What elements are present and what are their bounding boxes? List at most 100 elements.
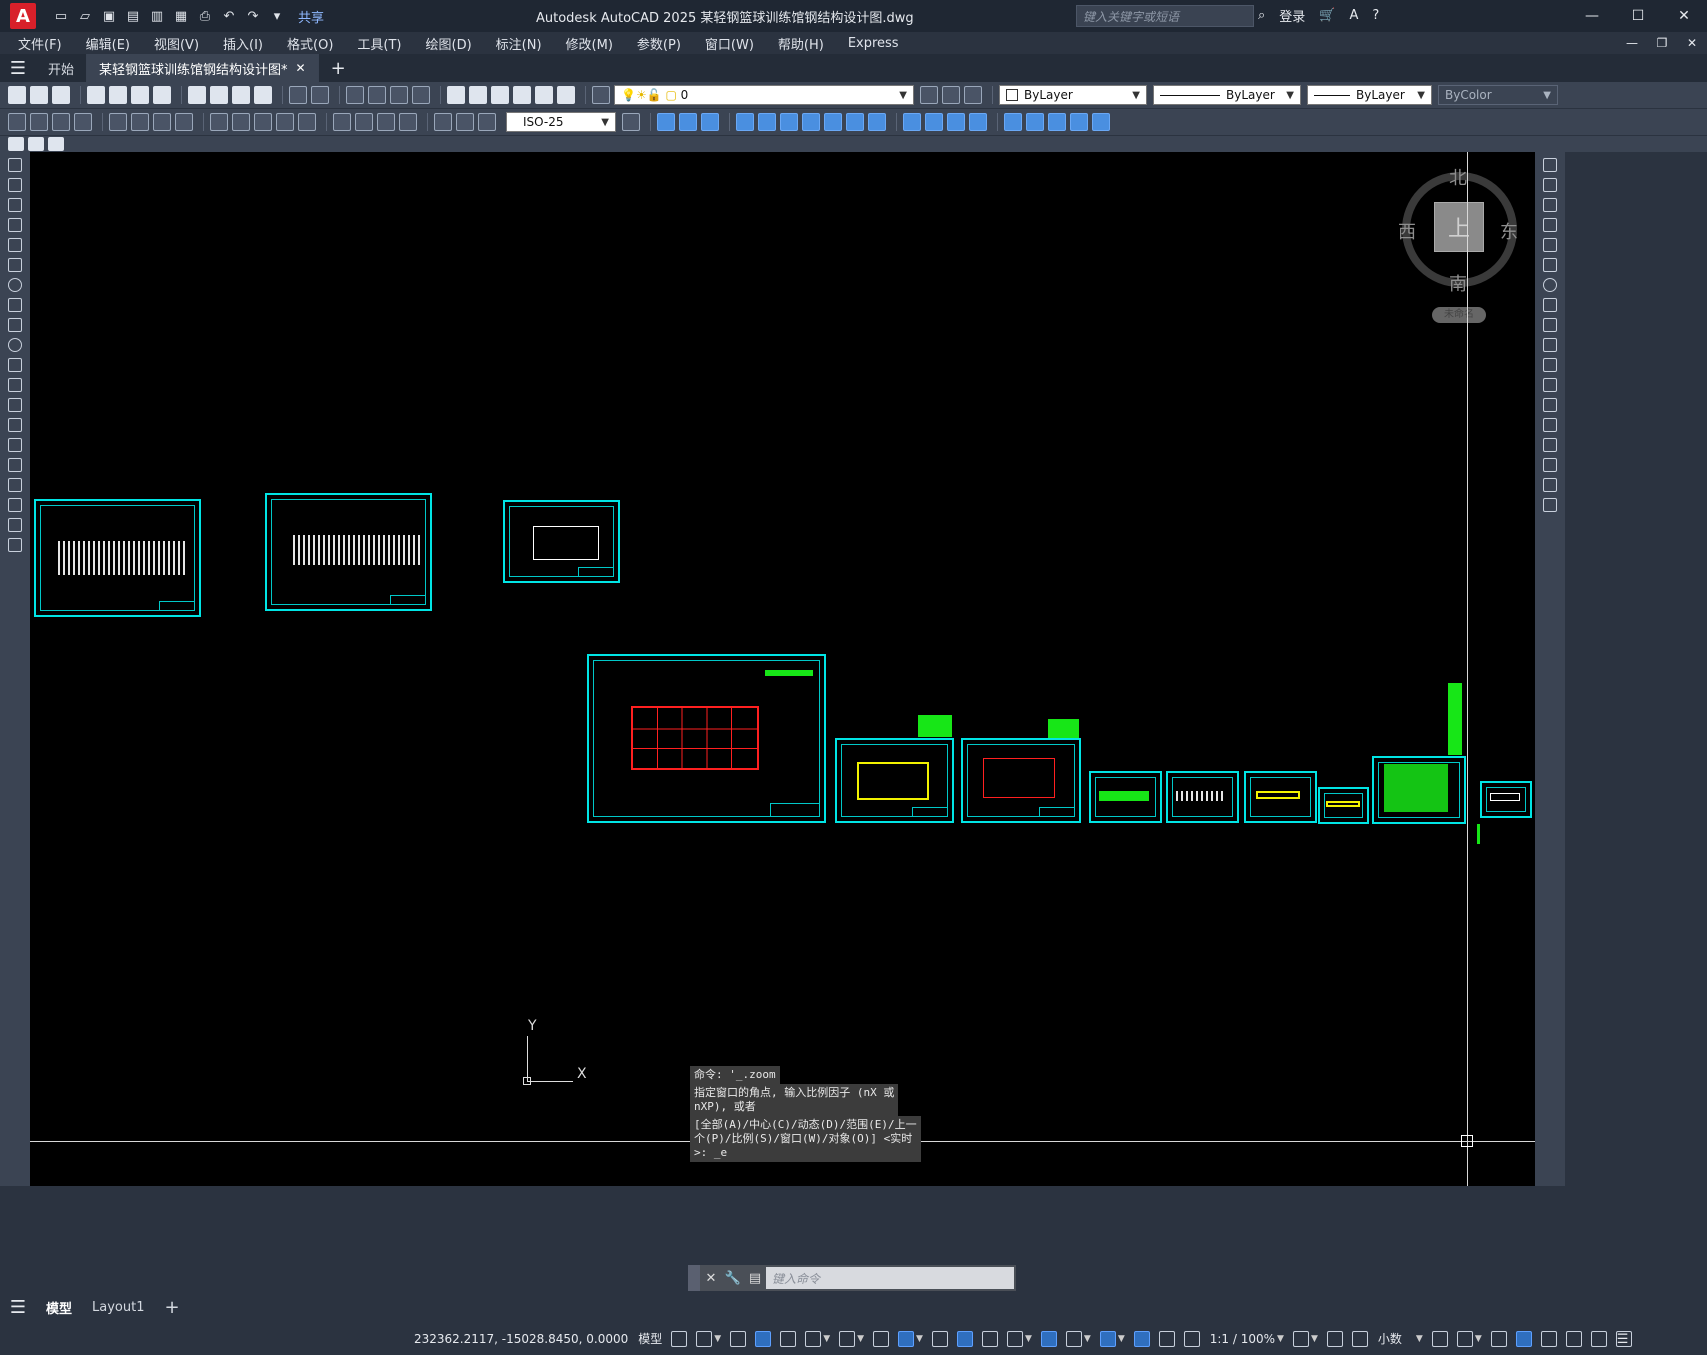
color-dropdown[interactable]: ByLayer ▼ <box>999 85 1147 105</box>
view-front-icon[interactable] <box>657 113 675 131</box>
thicken-icon[interactable] <box>1026 113 1044 131</box>
revision-cloud-icon[interactable] <box>8 298 22 312</box>
close-icon[interactable]: ✕ <box>700 1271 722 1286</box>
sheet-set-icon[interactable] <box>513 86 531 104</box>
object-snap-tracking-icon[interactable] <box>873 1330 890 1347</box>
ellipse-icon[interactable] <box>8 338 22 352</box>
menu-format[interactable]: 格式(O) <box>287 34 333 53</box>
print-icon[interactable] <box>87 86 105 104</box>
open-icon[interactable]: ▱ <box>76 7 94 25</box>
layout-menu-icon[interactable]: ☰ <box>0 1297 36 1318</box>
aligned-dimension-icon[interactable] <box>30 113 48 131</box>
save-file-icon[interactable] <box>52 86 70 104</box>
slice-icon[interactable] <box>1004 113 1022 131</box>
print-preview-icon[interactable] <box>109 86 127 104</box>
fillet-icon[interactable] <box>1543 458 1557 472</box>
extrude-icon[interactable] <box>969 113 987 131</box>
menu-draw[interactable]: 绘图(D) <box>426 34 472 53</box>
free-orbit-icon[interactable] <box>758 113 776 131</box>
region-icon[interactable] <box>8 478 22 492</box>
publish-icon[interactable]: ▦ <box>172 7 190 25</box>
help-icon[interactable]: ? <box>1372 8 1379 23</box>
close-icon[interactable]: ✕ <box>296 61 306 75</box>
insert-block-icon[interactable] <box>8 378 22 392</box>
doc-close-button[interactable]: ✕ <box>1677 32 1707 54</box>
view-back-icon[interactable] <box>679 113 697 131</box>
polyline-icon[interactable] <box>8 198 22 212</box>
menu-parametric[interactable]: 参数(P) <box>637 34 681 53</box>
jogged-icon[interactable] <box>131 113 149 131</box>
tolerance-icon[interactable] <box>333 113 351 131</box>
transparency-icon[interactable] <box>956 1330 973 1347</box>
annotation-visibility-icon[interactable] <box>1133 1330 1150 1347</box>
break-icon[interactable] <box>298 113 316 131</box>
circle-icon[interactable] <box>8 278 22 292</box>
spline-icon[interactable] <box>8 318 22 332</box>
scale-icon[interactable] <box>1543 298 1557 312</box>
menu-dimension[interactable]: 标注(N) <box>496 34 542 53</box>
plot-3d-icon[interactable] <box>153 86 171 104</box>
continue-icon[interactable] <box>254 113 272 131</box>
modeling-wedge-icon[interactable] <box>824 113 842 131</box>
rectangle-icon[interactable] <box>8 238 22 252</box>
new-icon[interactable]: ▭ <box>52 7 70 25</box>
design-center-icon[interactable] <box>469 86 487 104</box>
units-value[interactable]: 小数 <box>1378 1330 1402 1347</box>
tab-model[interactable]: 模型 <box>36 1295 82 1319</box>
angular-icon[interactable] <box>175 113 193 131</box>
section-icon[interactable] <box>1048 113 1066 131</box>
chamfer-icon[interactable] <box>1543 438 1557 452</box>
subtract-icon[interactable] <box>925 113 943 131</box>
stretch-icon[interactable] <box>1543 318 1557 332</box>
viewcube-north[interactable]: 北 <box>1449 164 1467 190</box>
layer-previous-icon[interactable] <box>942 86 960 104</box>
command-input[interactable]: 键入命令 <box>766 1267 1014 1289</box>
continuous-orbit-icon[interactable] <box>780 113 798 131</box>
offset-icon[interactable] <box>1543 218 1557 232</box>
copy-object-icon[interactable] <box>1543 178 1557 192</box>
zoom-previous-icon[interactable] <box>412 86 430 104</box>
break-icon[interactable] <box>1543 398 1557 412</box>
menu-edit[interactable]: 编辑(E) <box>86 34 130 53</box>
make-current-layer-icon[interactable] <box>920 86 938 104</box>
insert-block-icon[interactable] <box>8 137 24 151</box>
paste-icon[interactable] <box>232 86 250 104</box>
dimension-update-icon[interactable] <box>478 113 496 131</box>
construction-line-icon[interactable] <box>8 178 22 192</box>
zoom-window-icon[interactable] <box>390 86 408 104</box>
view-left-icon[interactable] <box>701 113 719 131</box>
polar-tracking-icon[interactable] <box>805 1330 822 1347</box>
hardware-acceleration-icon[interactable] <box>1515 1330 1532 1347</box>
undo-icon[interactable]: ↶ <box>220 7 238 25</box>
lock-ui-icon[interactable] <box>1456 1330 1473 1347</box>
erase-icon[interactable] <box>1543 158 1557 172</box>
save-as-icon[interactable]: ▤ <box>124 7 142 25</box>
dynamic-input-icon[interactable] <box>755 1330 772 1347</box>
login-button[interactable]: 登录 <box>1279 6 1305 25</box>
hamburger-menu-icon[interactable]: ☰ <box>0 58 36 79</box>
menu-window[interactable]: 窗口(W) <box>705 34 754 53</box>
help-toolbar-icon[interactable] <box>557 86 575 104</box>
quick-dimension-icon[interactable] <box>210 113 228 131</box>
3d-osnap-icon[interactable] <box>1006 1330 1023 1347</box>
array-icon[interactable] <box>1543 238 1557 252</box>
viewcube-east[interactable]: 东 <box>1500 218 1518 244</box>
menu-insert[interactable]: 插入(I) <box>223 34 263 53</box>
layer-dropdown[interactable]: 💡☀🔓 ▢ 0 ▼ <box>614 85 914 105</box>
modeling-sphere-icon[interactable] <box>868 113 886 131</box>
share-button[interactable]: 共享 <box>298 7 324 26</box>
jogged-linear-icon[interactable] <box>399 113 417 131</box>
redo-icon[interactable] <box>311 86 329 104</box>
zoom-realtime-icon[interactable] <box>368 86 386 104</box>
workspace-gear-icon[interactable] <box>1292 1330 1309 1347</box>
linear-dimension-icon[interactable] <box>8 113 26 131</box>
dimension-edit-icon[interactable] <box>434 113 452 131</box>
calculator-icon[interactable] <box>535 86 553 104</box>
dynamic-ucs-icon[interactable] <box>1040 1330 1057 1347</box>
add-layout-button[interactable]: + <box>154 1295 189 1319</box>
diameter-icon[interactable] <box>153 113 171 131</box>
redo-icon[interactable]: ↷ <box>244 7 262 25</box>
multiline-text-icon[interactable] <box>8 518 22 532</box>
graphics-performance-icon[interactable] <box>1540 1330 1557 1347</box>
ellipse-arc-icon[interactable] <box>8 358 22 372</box>
